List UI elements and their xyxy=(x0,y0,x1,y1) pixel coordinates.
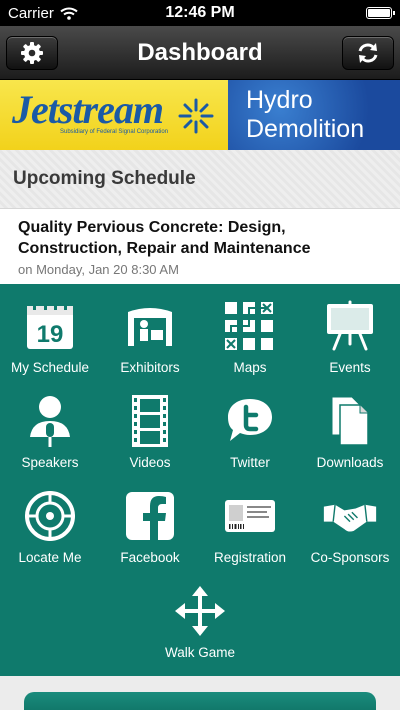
calendar-day: 19 xyxy=(37,321,64,348)
target-icon xyxy=(25,491,75,541)
tile-videos[interactable]: Videos xyxy=(100,393,200,488)
tile-label: Videos xyxy=(129,455,171,470)
speaker-icon xyxy=(30,396,70,447)
schedule-item-date: on Monday, Jan 20 8:30 AM xyxy=(18,262,179,277)
tile-events[interactable]: Events xyxy=(300,298,400,393)
jetstream-subtitle: Subsidiary of Federal Signal Corporation xyxy=(60,129,169,135)
nav-bar: Dashboard xyxy=(0,26,400,80)
hydro-demolition-ad[interactable]: Hydro Demolition xyxy=(228,80,400,150)
tile-label: Maps xyxy=(233,360,267,375)
tile-maps[interactable]: Maps xyxy=(200,298,300,393)
jetstream-ad[interactable]: Jetstream Subsidiary of Federal Signal C… xyxy=(0,80,228,150)
hydro-line2: Demolition xyxy=(246,115,365,143)
tile-label: Exhibitors xyxy=(120,360,180,375)
tile-co-sponsors[interactable]: Co-Sponsors xyxy=(300,488,400,583)
carrier-signal: Carrier xyxy=(8,5,78,22)
facebook-icon xyxy=(126,492,174,540)
tile-facebook[interactable]: Facebook xyxy=(100,488,200,583)
settings-button[interactable] xyxy=(6,35,58,70)
film-icon xyxy=(132,395,168,447)
tile-label: Events xyxy=(329,360,371,375)
booth-icon xyxy=(128,308,172,346)
page-title: Dashboard xyxy=(137,38,263,66)
bottom-button[interactable] xyxy=(24,692,376,710)
tile-label: My Schedule xyxy=(10,360,90,375)
tile-walk-game[interactable]: Walk Game xyxy=(100,583,300,678)
starburst-icon xyxy=(178,98,214,134)
tile-label: Registration xyxy=(213,550,287,565)
tile-locate-me[interactable]: Locate Me xyxy=(0,488,100,583)
tile-label: Speakers xyxy=(21,455,79,470)
tile-label: Walk Game xyxy=(164,645,235,660)
status-bar: Carrier 12:46 PM xyxy=(0,0,400,26)
schedule-item[interactable]: Quality Pervious Concrete: Design, Const… xyxy=(0,208,400,284)
wifi-icon xyxy=(60,7,78,20)
tile-label: Co-Sponsors xyxy=(310,550,390,565)
move-arrows-icon xyxy=(175,586,225,636)
tile-label: Twitter xyxy=(230,455,270,470)
dashboard-grid: 19 My Schedule Exhibitors Maps Events Sp… xyxy=(0,284,400,676)
gear-icon xyxy=(21,41,43,64)
carrier-label: Carrier xyxy=(8,4,54,22)
tile-registration[interactable]: Registration xyxy=(200,488,300,583)
jetstream-logo: Jetstream xyxy=(12,87,164,132)
documents-icon xyxy=(331,396,369,446)
twitter-icon xyxy=(228,399,272,441)
app-screen: Carrier 12:46 PM Dashboard Jetstream Sub… xyxy=(0,0,400,710)
tile-speakers[interactable]: Speakers xyxy=(0,393,100,488)
tile-downloads[interactable]: Downloads xyxy=(300,393,400,488)
schedule-header: Upcoming Schedule xyxy=(0,150,400,208)
bottom-area xyxy=(0,676,400,710)
map-icon xyxy=(225,302,273,350)
refresh-button[interactable] xyxy=(341,35,394,70)
easel-icon xyxy=(327,300,373,351)
handshake-icon xyxy=(323,504,377,532)
battery-icon xyxy=(366,7,395,19)
tile-my-schedule[interactable]: 19 My Schedule xyxy=(0,298,100,393)
tile-twitter[interactable]: Twitter xyxy=(200,393,300,488)
hydro-line1: Hydro xyxy=(246,86,313,114)
schedule-item-title: Quality Pervious Concrete: Design, Const… xyxy=(18,219,311,257)
tile-label: Downloads xyxy=(316,455,384,470)
calendar-icon: 19 xyxy=(27,302,73,349)
refresh-icon xyxy=(358,42,378,63)
tile-label: Locate Me xyxy=(18,550,82,565)
tile-exhibitors[interactable]: Exhibitors xyxy=(100,298,200,393)
sponsor-banner[interactable]: Jetstream Subsidiary of Federal Signal C… xyxy=(0,80,400,150)
id-card-icon xyxy=(225,500,275,532)
tile-label: Facebook xyxy=(120,550,180,565)
